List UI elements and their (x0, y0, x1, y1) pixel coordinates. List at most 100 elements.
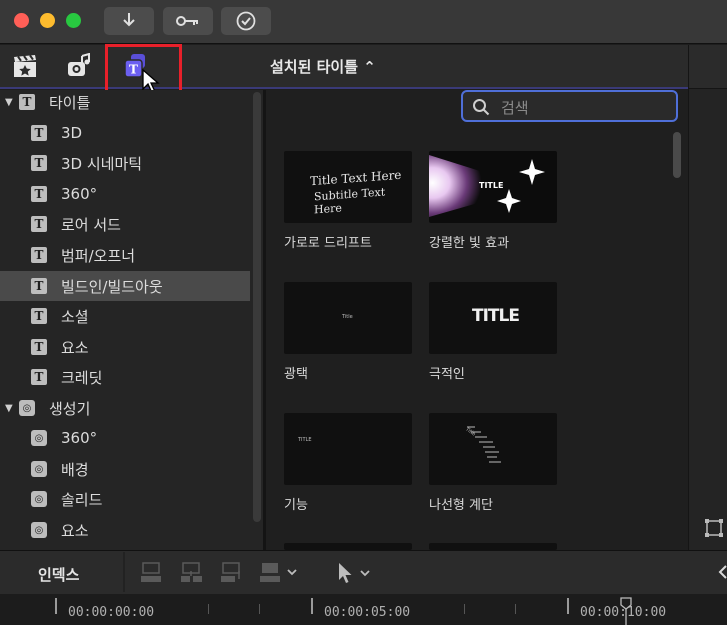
thumbnail-drift-across[interactable]: Title Text Here Subtitle Text Here (284, 151, 412, 223)
thumbnail-preview-text: TITLE (472, 306, 520, 326)
photos-audio-tab[interactable] (64, 52, 94, 83)
sidebar-item-lower-thirds[interactable]: T 로어 서드 (0, 209, 250, 239)
thumbnail-gloss[interactable]: Title (284, 282, 412, 354)
thumbnail-intense-light[interactable]: TITLE (429, 151, 557, 223)
thumbnail-caption: 가로로 드리프트 (284, 236, 372, 251)
generator-icon: ◎ (19, 400, 35, 416)
sidebar-item-label: 요소 (61, 521, 89, 540)
close-button[interactable] (14, 13, 29, 28)
chevron-left-icon[interactable] (716, 562, 727, 586)
import-button[interactable] (104, 7, 154, 35)
sidebar-item-label: 요소 (61, 338, 89, 357)
generator-icon: ◎ (31, 522, 47, 538)
ruler-tick (208, 604, 209, 614)
sidebar-item-3d-cinematic[interactable]: T 3D 시네마틱 (0, 148, 250, 178)
search-icon (473, 99, 490, 116)
connect-clip-icon[interactable] (140, 561, 164, 589)
thumbnail-spiral-staircase[interactable]: Title (429, 413, 557, 485)
browser-scrollbar[interactable] (673, 132, 681, 178)
toolbar-divider (123, 552, 125, 592)
sidebar-item-build-in-out[interactable]: T 빌드인/빌드아웃 (0, 271, 250, 301)
music-camera-icon (65, 52, 93, 83)
thumbnail-dramatic[interactable]: TITLE (429, 282, 557, 354)
title-T-icon: T (19, 94, 35, 110)
title-T-icon: T (31, 278, 47, 294)
titles-sidebar: ▼ T 타이틀 T 3D T 3D 시네마틱 T 360° T 로어 서드 T … (0, 90, 263, 550)
sidebar-category-generators[interactable]: ▼ ◎ 생성기 (0, 393, 250, 423)
ruler-tick (55, 598, 57, 614)
transform-frame-icon[interactable] (704, 518, 724, 542)
thumbnail-preview-text: TITLE (298, 437, 312, 443)
sidebar-item-label: 타이틀 (49, 93, 91, 112)
keywords-button[interactable] (163, 7, 213, 35)
sidebar-item-label: 로어 서드 (61, 215, 121, 234)
thumbnail-feature[interactable]: TITLE (284, 413, 412, 485)
download-arrow-icon (121, 12, 137, 30)
title-bar (0, 0, 727, 44)
sidebar-item-gen-360[interactable]: ◎ 360° (0, 423, 250, 453)
sidebar-item-credits[interactable]: T 크레딧 (0, 362, 250, 392)
background-tasks-button[interactable] (221, 7, 271, 35)
sidebar-scrollbar[interactable] (253, 92, 261, 522)
timecode-label: 00:00:05:00 (324, 605, 411, 620)
right-panel-edge (688, 45, 727, 550)
disclosure-triangle-icon[interactable]: ▼ (5, 97, 17, 108)
sidebar-item-label: 3D 시네마틱 (61, 154, 143, 173)
insert-clip-icon[interactable] (180, 561, 204, 589)
sidebar-item-label: 소셜 (61, 307, 89, 326)
title-T-icon: T (31, 125, 47, 141)
sidebar-item-elements[interactable]: T 요소 (0, 332, 250, 362)
thumbnail-preview-text: Title (342, 314, 353, 320)
installed-titles-popup[interactable]: 설치된 타이틀 ⌃ (270, 56, 376, 77)
disclosure-triangle-icon[interactable]: ▼ (5, 403, 17, 414)
thumbnail-caption: 기능 (284, 498, 308, 513)
search-field[interactable]: 검색 (461, 90, 678, 122)
sidebar-item-gen-elements[interactable]: ◎ 요소 (0, 515, 250, 545)
sidebar-category-titles[interactable]: ▼ T 타이틀 (0, 90, 250, 117)
thumbnail-preview-subtext: Subtitle Text Here (314, 185, 386, 217)
sidebar-item-solids[interactable]: ◎ 솔리드 (0, 484, 250, 514)
sidebar-item-label: 범퍼/오프너 (61, 246, 136, 265)
append-clip-icon[interactable] (220, 561, 244, 589)
minimize-button[interactable] (40, 13, 55, 28)
sidebar-item-3d[interactable]: T 3D (0, 118, 250, 148)
sidebar-item-bumper-opener[interactable]: T 범퍼/오프너 (0, 240, 250, 270)
checkmark-circle-icon (236, 11, 256, 31)
sidebar-item-label: 360° (61, 185, 98, 203)
sidebar-item-360[interactable]: T 360° (0, 179, 250, 209)
ruler-tick (464, 604, 465, 614)
thumbnail-preview-text: TITLE (479, 181, 504, 190)
select-tool-icon[interactable] (336, 561, 376, 589)
final-cut-window: T 설치된 타이틀 ⌃ ▼ T 타이틀 T 3D T 3D 시네마틱 T 360… (0, 0, 727, 625)
thumbnail-caption: 극적인 (429, 367, 465, 382)
sidebar-item-social[interactable]: T 소셜 (0, 301, 250, 331)
overwrite-clip-icon[interactable] (260, 561, 300, 589)
title-T-icon: T (31, 216, 47, 232)
ruler-tick (567, 598, 569, 614)
thumbnail-partial[interactable] (429, 543, 557, 550)
libraries-tab[interactable] (10, 54, 40, 82)
generator-icon: ◎ (31, 461, 47, 477)
thumbnail-caption: 강렬한 빛 효과 (429, 236, 510, 251)
maximize-button[interactable] (66, 13, 81, 28)
sidebar-item-label: 생성기 (49, 399, 91, 418)
thumbnail-partial[interactable] (284, 543, 412, 550)
index-button[interactable]: 인덱스 (38, 564, 79, 585)
title-T-icon: T (31, 155, 47, 171)
ruler-tick (259, 604, 260, 614)
title-T-icon: T (31, 369, 47, 385)
playhead-icon[interactable] (620, 597, 632, 625)
title-T-icon: T (31, 308, 47, 324)
ruler-tick (311, 598, 313, 614)
sidebar-item-backgrounds[interactable]: ◎ 배경 (0, 454, 250, 484)
generator-icon: ◎ (31, 430, 47, 446)
sidebar-item-label: 빌드인/빌드아웃 (61, 277, 163, 296)
timecode-label: 00:00:00:00 (68, 605, 155, 620)
sidebar-item-label: 360° (61, 429, 98, 447)
sidebar-item-label: 솔리드 (61, 490, 103, 509)
clapperboard-star-icon (12, 54, 38, 82)
sidebar-item-label: 배경 (61, 460, 89, 479)
thumbnail-caption: 광택 (284, 367, 308, 382)
title-T-icon: T (31, 247, 47, 263)
title-T-icon: T (31, 186, 47, 202)
